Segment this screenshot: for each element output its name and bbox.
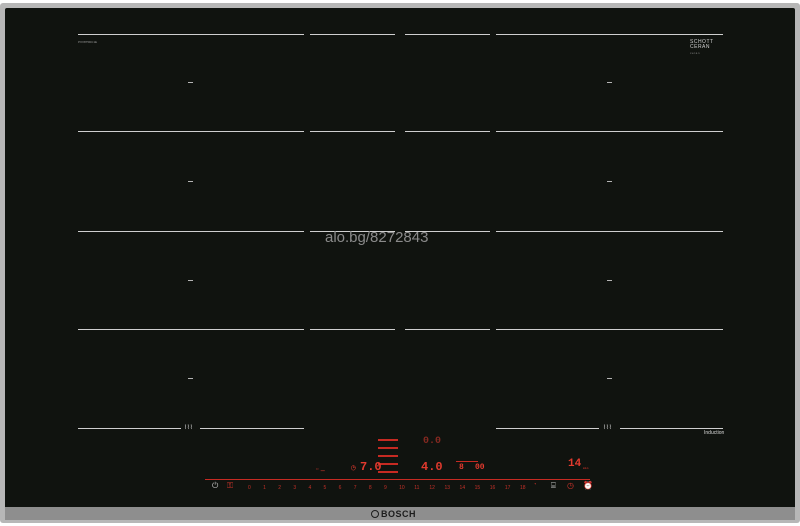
slider-level-12[interactable]: 12: [429, 485, 435, 491]
slider-level-7[interactable]: 7: [354, 485, 357, 491]
level-bar: [378, 447, 398, 449]
zone-line: [78, 231, 304, 232]
timer-button-icon[interactable]: ◷: [567, 482, 574, 490]
model-code: PXV875DC1E: [78, 40, 98, 44]
level-bar: [378, 439, 398, 441]
slider-level-15[interactable]: 15: [475, 485, 481, 491]
pause-indicator: ▭ ⎽: [316, 468, 325, 472]
zone-marker: [607, 82, 612, 83]
right-small-value2: 00: [475, 463, 485, 472]
zone-line: [78, 34, 304, 35]
slider-level-10[interactable]: 10: [399, 485, 405, 491]
induction-label: Induction: [704, 430, 725, 436]
slider-level-4[interactable]: 4: [308, 485, 311, 491]
slider-level-17[interactable]: 17: [505, 485, 511, 491]
boost-icon[interactable]: ᐩ: [534, 482, 536, 490]
brand-name: BOSCH: [381, 509, 417, 519]
right-timer-value: 14: [568, 458, 582, 470]
glass-brand-line2: CERAN: [690, 44, 711, 50]
zone-marker: [607, 181, 612, 182]
zone-line: [620, 428, 723, 429]
slider-level-18[interactable]: 18: [520, 485, 526, 491]
slider-level-13[interactable]: 13: [444, 485, 450, 491]
center-power-value: 4.0: [421, 460, 443, 474]
zone-line: [405, 34, 490, 35]
zone-marker: [607, 378, 612, 379]
glass-brand-small: ceran: [690, 51, 701, 55]
slider-level-2[interactable]: 2: [278, 485, 281, 491]
zone-line: [496, 329, 723, 330]
zone-line: [496, 131, 723, 132]
zone-line: [310, 329, 395, 330]
zone-line: [78, 131, 304, 132]
right-small-value: 8: [459, 463, 464, 472]
power-icon[interactable]: ⏻: [212, 482, 218, 490]
zone-line: [405, 329, 490, 330]
bosch-logo-icon: [371, 510, 379, 518]
watermark: alo.bg/8272843: [325, 229, 429, 246]
zone-line: [310, 34, 395, 35]
slider-level-16[interactable]: 16: [490, 485, 496, 491]
flex-zone-icon: ⌇⌇⌇: [184, 425, 193, 431]
ceramic-glass-surface: [5, 8, 795, 515]
glass-brand-logo: SCHOTT CERAN ceran: [690, 40, 714, 56]
clock-icon[interactable]: ⏰: [583, 482, 593, 490]
left-timer-value: 7.0: [360, 460, 382, 474]
zone-line: [310, 131, 395, 132]
level-bar: [378, 455, 398, 457]
power-slider-track[interactable]: [205, 479, 590, 480]
zone-line: [496, 34, 723, 35]
indicator-bar: [456, 461, 478, 462]
zone-line: [496, 231, 723, 232]
slider-level-11[interactable]: 11: [414, 485, 419, 491]
slider-level-3[interactable]: 3: [293, 485, 296, 491]
zone-line: [78, 428, 181, 429]
zone-marker: [607, 280, 612, 281]
zone-line: [78, 329, 304, 330]
zone-marker: [188, 378, 193, 379]
wipe-protection-icon[interactable]: ⌸: [551, 482, 556, 490]
timer-icon[interactable]: ◷: [351, 463, 356, 473]
zone-line: [405, 131, 490, 132]
zone-line: [496, 428, 599, 429]
zone-marker: [188, 280, 193, 281]
slider-level-1[interactable]: 1: [263, 485, 266, 491]
slider-level-0[interactable]: 0: [248, 485, 251, 491]
zone-marker: [188, 82, 193, 83]
zone-marker: [188, 181, 193, 182]
top-display-value: 0.0: [423, 436, 442, 447]
childlock-icon[interactable]: ⚿: [227, 482, 233, 490]
right-timer-unit: min: [583, 467, 589, 470]
zone-line: [200, 428, 304, 429]
slider-level-8[interactable]: 8: [369, 485, 372, 491]
flex-zone-icon: ⌇⌇⌇: [603, 425, 612, 431]
slider-level-5[interactable]: 5: [324, 485, 327, 491]
slider-level-9[interactable]: 9: [384, 485, 387, 491]
slider-level-14[interactable]: 14: [460, 485, 466, 491]
slider-level-6[interactable]: 6: [339, 485, 342, 491]
